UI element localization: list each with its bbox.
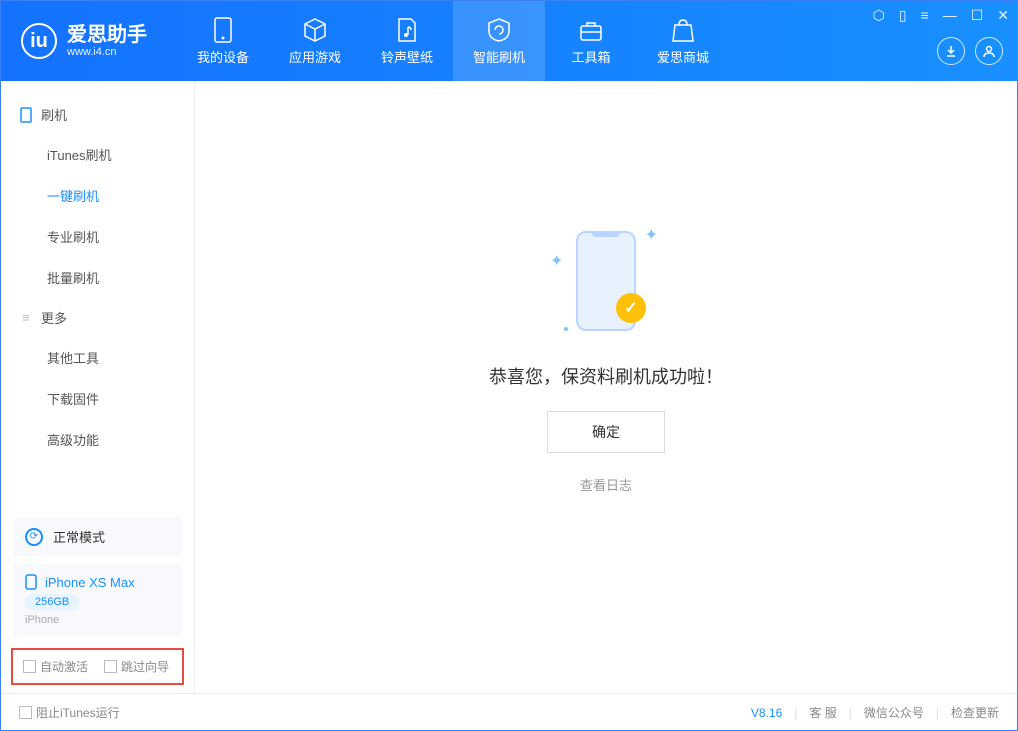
- maximize-button[interactable]: ☐: [971, 7, 984, 24]
- main-content: ✦ ✦ ✓ 恭喜您，保资料刷机成功啦！ 确定 查看日志: [195, 81, 1017, 693]
- tab-label: 我的设备: [197, 47, 249, 66]
- minimize-button[interactable]: ―: [943, 7, 957, 24]
- mode-label: 正常模式: [53, 527, 105, 546]
- sparkle-icon: ✦: [645, 225, 658, 245]
- device-type: iPhone: [25, 614, 170, 626]
- menu-icon[interactable]: ≡: [921, 7, 929, 24]
- device-name: iPhone XS Max: [45, 575, 135, 590]
- logo-icon: iu: [21, 23, 57, 59]
- sidebar-item-pro-flash[interactable]: 专业刷机: [1, 216, 194, 257]
- section-title: 更多: [41, 308, 67, 327]
- phone-outline-icon: [25, 574, 37, 590]
- list-icon: ≡: [19, 311, 33, 325]
- tab-label: 应用游戏: [289, 47, 341, 66]
- sidebar-item-other-tools[interactable]: 其他工具: [1, 337, 194, 378]
- wechat-link[interactable]: 微信公众号: [864, 704, 924, 721]
- checkbox-auto-activate[interactable]: 自动激活: [23, 658, 88, 675]
- section-title: 刷机: [41, 105, 67, 124]
- main-tabs: 我的设备 应用游戏 铃声壁纸 智能刷机 工具箱 爱思商城: [177, 1, 729, 81]
- tshirt-icon[interactable]: ⬡: [873, 7, 885, 24]
- tab-store[interactable]: 爱思商城: [637, 1, 729, 81]
- user-button[interactable]: [975, 37, 1003, 65]
- sidebar: 刷机 iTunes刷机 一键刷机 专业刷机 批量刷机 ≡ 更多 其他工具 下载固…: [1, 81, 195, 693]
- tab-label: 工具箱: [571, 47, 610, 66]
- sidebar-section-more: ≡ 更多: [1, 298, 194, 337]
- version-label: V8.16: [751, 706, 782, 720]
- sparkle-icon: ✦: [550, 251, 563, 271]
- success-illustration: ✦ ✦ ✓: [556, 221, 656, 341]
- check-badge-icon: ✓: [616, 293, 646, 323]
- mode-icon: ⟳: [25, 528, 43, 546]
- ok-button[interactable]: 确定: [547, 411, 665, 453]
- lock-icon[interactable]: ▯: [899, 7, 907, 24]
- tab-apps-games[interactable]: 应用游戏: [269, 1, 361, 81]
- cube-icon: [302, 17, 328, 43]
- sidebar-item-itunes-flash[interactable]: iTunes刷机: [1, 134, 194, 175]
- mode-box[interactable]: ⟳ 正常模式: [13, 517, 182, 556]
- check-update-link[interactable]: 检查更新: [951, 704, 999, 721]
- window-controls: ⬡ ▯ ≡ ― ☐ ✕: [873, 7, 1009, 24]
- dot-icon: [564, 327, 568, 331]
- footer: 阻止iTunes运行 V8.16 | 客 服 | 微信公众号 | 检查更新: [1, 693, 1017, 731]
- device-icon: [19, 108, 33, 122]
- sidebar-item-batch-flash[interactable]: 批量刷机: [1, 257, 194, 298]
- phone-icon: [210, 17, 236, 43]
- tab-label: 智能刷机: [473, 47, 525, 66]
- support-link[interactable]: 客 服: [809, 704, 836, 721]
- tab-my-device[interactable]: 我的设备: [177, 1, 269, 81]
- shopping-bag-icon: [670, 17, 696, 43]
- music-file-icon: [394, 17, 420, 43]
- sidebar-item-oneclick-flash[interactable]: 一键刷机: [1, 175, 194, 216]
- tab-smart-flash[interactable]: 智能刷机: [453, 1, 545, 81]
- tab-label: 铃声壁纸: [381, 47, 433, 66]
- shield-sync-icon: [486, 17, 512, 43]
- toolbox-icon: [578, 17, 604, 43]
- tab-toolbox[interactable]: 工具箱: [545, 1, 637, 81]
- close-button[interactable]: ✕: [997, 7, 1009, 24]
- app-name: 爱思助手: [67, 24, 147, 46]
- sidebar-item-advanced[interactable]: 高级功能: [1, 419, 194, 460]
- tab-ringtone-wallpaper[interactable]: 铃声壁纸: [361, 1, 453, 81]
- device-box[interactable]: iPhone XS Max 256GB iPhone: [13, 564, 182, 636]
- success-message: 恭喜您，保资料刷机成功啦！: [489, 363, 723, 389]
- tab-label: 爱思商城: [657, 47, 709, 66]
- download-button[interactable]: [937, 37, 965, 65]
- sidebar-section-flash: 刷机: [1, 95, 194, 134]
- sidebar-item-download-firmware[interactable]: 下载固件: [1, 378, 194, 419]
- device-storage-badge: 256GB: [25, 594, 79, 610]
- checkbox-skip-guide[interactable]: 跳过向导: [104, 658, 169, 675]
- options-row: 自动激活 跳过向导: [11, 648, 184, 685]
- checkbox-block-itunes[interactable]: 阻止iTunes运行: [19, 704, 120, 721]
- header-right-actions: [937, 37, 1003, 65]
- app-logo: iu 爱思助手 www.i4.cn: [1, 23, 167, 59]
- app-url: www.i4.cn: [67, 46, 147, 58]
- app-header: iu 爱思助手 www.i4.cn 我的设备 应用游戏 铃声壁纸 智能刷机 工具…: [1, 1, 1017, 81]
- view-log-link[interactable]: 查看日志: [580, 475, 632, 494]
